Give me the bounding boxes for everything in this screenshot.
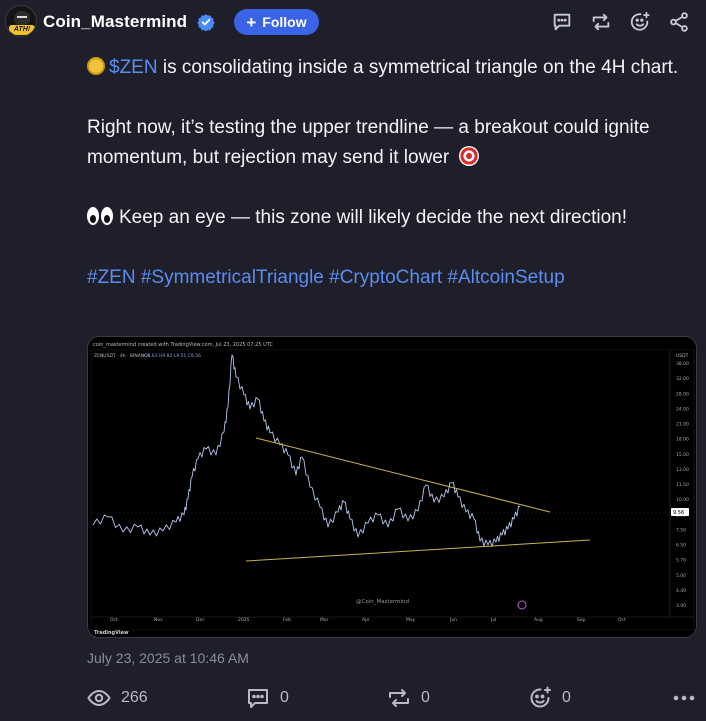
post-timestamp: July 23, 2025 at 10:46 AM — [87, 650, 249, 666]
tradingview-brand: TradingView — [94, 630, 129, 636]
post-paragraph-3: Keep an eye — this zone will likely deci… — [87, 203, 687, 233]
chart-symbol-text: ZENUSDT · 4h · BINANCE — [94, 353, 150, 359]
repost-stat[interactable]: 0 — [387, 686, 430, 710]
price-tick-label: 32.00 — [676, 376, 689, 382]
time-tick-label: Aug — [534, 617, 543, 623]
time-tick-label: Mar — [320, 617, 329, 623]
chart-image[interactable]: coin_mastermind created with TradingView… — [87, 336, 697, 638]
follow-button[interactable]: + Follow — [234, 9, 319, 35]
price-tick-label: 5.70 — [676, 558, 686, 564]
event-marker-icon — [517, 600, 527, 610]
price-tick-label: 6.50 — [676, 543, 686, 549]
tradingview-chart: coin_mastermind created with TradingView… — [90, 342, 695, 636]
lower-trendline — [245, 539, 591, 562]
hashtag-links[interactable]: #ZEN #SymmetricalTriangle #CryptoChart #… — [87, 267, 565, 288]
post-header: ATH! Coin_Mastermind + Follow — [0, 0, 706, 44]
chart-ohlc-text: O9.63 H9.82 L9.51 C9.56 — [144, 353, 201, 359]
price-tick-label: 24.00 — [676, 406, 689, 412]
post-text-3: Keep an eye — this zone will likely deci… — [119, 207, 627, 228]
eye-icon — [87, 689, 111, 707]
like-stat[interactable]: 0 — [528, 686, 571, 710]
coin-emoji-icon — [87, 57, 105, 75]
author-name[interactable]: Coin_Mastermind — [43, 12, 187, 32]
price-tick-label: 18.00 — [676, 437, 689, 443]
time-tick-label: Oct — [110, 617, 118, 623]
price-tick-label: 38.00 — [676, 361, 689, 367]
comment-icon[interactable] — [246, 686, 270, 710]
time-tick-label: Jul — [490, 617, 496, 623]
price-tick-label: 5.00 — [676, 573, 686, 579]
time-axis: Oct Nov Dec 2025 Feb Mar Apr May Jun Jul Aug Sep Oct — [110, 617, 626, 623]
repost-icon[interactable] — [387, 686, 411, 710]
time-tick-label: Nov — [154, 617, 163, 623]
comment-stat[interactable]: 0 — [246, 686, 289, 710]
avatar-badge: ATH! — [9, 25, 35, 35]
price-axis-unit: USDT — [676, 353, 689, 359]
time-tick-label: 2025 — [238, 617, 250, 623]
post-paragraph-1: $ZEN is consolidating inside a symmetric… — [87, 53, 687, 83]
current-price-label: 9.56 — [673, 510, 684, 516]
time-tick-label: Oct — [618, 617, 626, 623]
target-emoji-icon — [458, 146, 479, 166]
post-text-1: is consolidating inside a symmetrical tr… — [157, 57, 679, 78]
upper-trendline — [255, 437, 551, 513]
post-body: $ZEN is consolidating inside a symmetric… — [87, 53, 687, 293]
avatar[interactable]: ATH! — [5, 5, 37, 37]
price-tick-label: 4.40 — [676, 588, 686, 594]
plus-icon: + — [246, 12, 257, 32]
price-tick-label: 10.00 — [676, 497, 689, 503]
eyes-emoji-icon — [87, 206, 113, 226]
post-paragraph-2: Right now, it’s testing the upper trendl… — [87, 113, 687, 173]
price-axis: 38.00 32.00 28.00 24.00 21.00 18.00 15.00 13.00… — [676, 361, 689, 609]
time-tick-label: Sep — [577, 617, 586, 623]
like-icon[interactable] — [528, 686, 552, 710]
time-tick-label: Dec — [196, 617, 205, 623]
chart-watermark: @Coin_Mastermind — [356, 599, 409, 605]
repost-count: 0 — [421, 689, 430, 706]
price-tick-label: 3.90 — [676, 603, 686, 609]
price-tick-label: 13.00 — [676, 467, 689, 473]
price-tick-label: 21.00 — [676, 422, 689, 428]
repost-icon[interactable] — [590, 11, 612, 33]
cashtag-link[interactable]: $ZEN — [109, 57, 158, 78]
verified-icon — [197, 14, 215, 31]
price-tick-label: 7.50 — [676, 527, 686, 533]
like-count: 0 — [562, 689, 571, 706]
more-icon[interactable] — [672, 686, 696, 710]
post-text-2: Right now, it’s testing the upper trendl… — [87, 117, 650, 168]
post-paragraph-4: #ZEN #SymmetricalTriangle #CryptoChart #… — [87, 263, 687, 293]
share-icon[interactable] — [668, 11, 690, 33]
comment-icon[interactable] — [551, 11, 573, 33]
time-tick-label: Jun — [449, 617, 457, 623]
avatar-glasses — [17, 16, 27, 19]
follow-label: Follow — [262, 14, 307, 30]
chart-header-text: coin_mastermind created with TradingView… — [93, 342, 274, 348]
views-count: 266 — [121, 689, 148, 706]
like-icon[interactable] — [629, 11, 651, 33]
time-tick-label: Feb — [283, 617, 291, 623]
price-tick-label: 11.50 — [676, 482, 689, 488]
time-tick-label: Apr — [362, 617, 370, 623]
price-tick-label: 28.00 — [676, 391, 689, 397]
views-stat: 266 — [87, 686, 148, 710]
price-tick-label: 15.00 — [676, 452, 689, 458]
time-tick-label: May — [406, 617, 416, 623]
more-options[interactable] — [672, 686, 696, 710]
comment-count: 0 — [280, 689, 289, 706]
